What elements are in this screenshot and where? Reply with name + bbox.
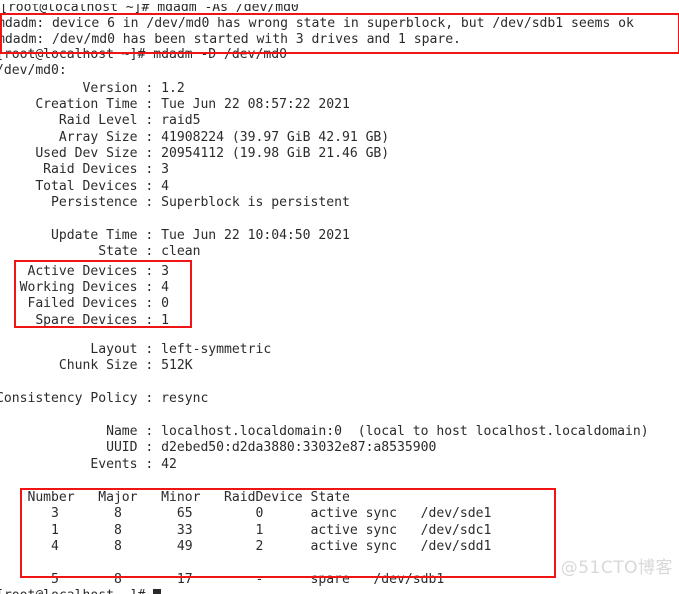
terminal-line: [root@localhost ~]# mdadm -D /dev/md0 (0, 47, 287, 62)
terminal-window: [root@localhost ~]# mdadm -As /dev/md0 md… (0, 0, 679, 594)
terminal-line: /dev/md0: (0, 63, 67, 78)
terminal-line: Events : 42 (0, 457, 177, 472)
terminal-line: Version : 1.2 (0, 81, 185, 96)
terminal-line: [root@localhost ~]# (0, 588, 162, 594)
terminal-line: Raid Devices : 3 (0, 162, 169, 177)
terminal-line: 5 8 17 - spare /dev/sdb1 (0, 572, 445, 587)
terminal-line: 4 8 49 2 active sync /dev/sdd1 (0, 539, 492, 554)
terminal-line: Chunk Size : 512K (0, 358, 193, 373)
terminal-line: mdadm: device 6 in /dev/md0 has wrong st… (0, 16, 634, 31)
prompt-text: [root@localhost ~]# (0, 588, 153, 594)
terminal-line: [root@localhost ~]# mdadm -As /dev/md0 (0, 0, 299, 15)
terminal-line: Layout : left-symmetric (0, 342, 272, 357)
text-cursor (153, 589, 162, 594)
terminal-line: Number Major Minor RaidDevice State (0, 490, 350, 505)
terminal-line: Array Size : 41908224 (39.97 GiB 42.91 G… (0, 130, 390, 145)
terminal-line: Update Time : Tue Jun 22 10:04:50 2021 (0, 228, 350, 243)
terminal-line: Persistence : Superblock is persistent (0, 195, 350, 210)
terminal-line: State : clean (0, 244, 201, 259)
terminal-line: Creation Time : Tue Jun 22 08:57:22 2021 (0, 97, 350, 112)
watermark-label: @51CTO博客 (560, 558, 673, 578)
terminal-line: mdadm: /dev/md0 has been started with 3 … (0, 32, 461, 47)
terminal-line: 3 8 65 0 active sync /dev/sde1 (0, 506, 492, 521)
terminal-line: Failed Devices : 0 (0, 296, 169, 311)
terminal-line: Total Devices : 4 (0, 179, 169, 194)
terminal-line: Used Dev Size : 20954112 (19.98 GiB 21.4… (0, 146, 390, 161)
terminal-line: Spare Devices : 1 (0, 313, 169, 328)
terminal-line: Working Devices : 4 (0, 280, 169, 295)
terminal-line: 1 8 33 1 active sync /dev/sdc1 (0, 523, 492, 538)
terminal-line: Raid Level : raid5 (0, 113, 201, 128)
terminal-line: UUID : d2ebed50:d2da3880:33032e87:a85359… (0, 440, 437, 455)
terminal-line: Name : localhost.localdomain:0 (local to… (0, 424, 649, 439)
terminal-line: Consistency Policy : resync (0, 391, 209, 406)
terminal-output-area[interactable]: [root@localhost ~]# mdadm -As /dev/md0 md… (0, 0, 679, 594)
terminal-line: Active Devices : 3 (0, 264, 169, 279)
